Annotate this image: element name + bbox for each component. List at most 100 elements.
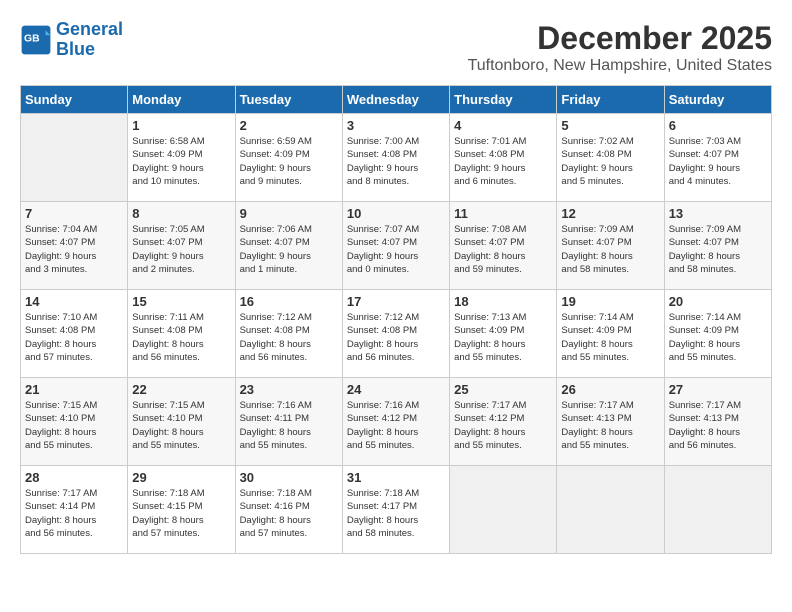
- day-number: 30: [240, 470, 338, 485]
- day-number: 29: [132, 470, 230, 485]
- calendar-cell: 10Sunrise: 7:07 AM Sunset: 4:07 PM Dayli…: [342, 202, 449, 290]
- day-number: 26: [561, 382, 659, 397]
- day-number: 9: [240, 206, 338, 221]
- calendar-cell: 12Sunrise: 7:09 AM Sunset: 4:07 PM Dayli…: [557, 202, 664, 290]
- calendar-week-row: 14 Sunrise: 7:10 AM Sunset: 4:08 PM Dayli…: [21, 290, 772, 378]
- day-number: 3: [347, 118, 445, 133]
- calendar-cell: 14 Sunrise: 7:10 AM Sunset: 4:08 PM Dayli…: [21, 290, 128, 378]
- day-number: 4: [454, 118, 552, 133]
- calendar-cell: 13 Sunrise: 7:09 AM Sunset: 4:07 PM Dayli…: [664, 202, 771, 290]
- calendar-cell: 7 Sunrise: 7:04 AM Sunset: 4:07 PM Daylig…: [21, 202, 128, 290]
- calendar-cell: 30 Sunrise: 7:18 AM Sunset: 4:16 PM Dayli…: [235, 466, 342, 554]
- day-info: Sunrise: 7:12 AM Sunset: 4:08 PM Dayligh…: [240, 311, 338, 364]
- calendar-cell: 20Sunrise: 7:14 AM Sunset: 4:09 PM Dayli…: [664, 290, 771, 378]
- calendar-cell: 29 Sunrise: 7:18 AM Sunset: 4:15 PM Dayli…: [128, 466, 235, 554]
- day-info: Sunrise: 7:00 AM Sunset: 4:08 PM Dayligh…: [347, 135, 445, 188]
- day-number: 31: [347, 470, 445, 485]
- day-info: Sunrise: 7:18 AM Sunset: 4:16 PM Dayligh…: [240, 487, 338, 540]
- day-info: Sunrise: 6:58 AM Sunset: 4:09 PM Dayligh…: [132, 135, 230, 188]
- calendar-cell: 23 Sunrise: 7:16 AM Sunset: 4:11 PM Dayli…: [235, 378, 342, 466]
- day-number: 28: [25, 470, 123, 485]
- day-number: 21: [25, 382, 123, 397]
- svg-text:GB: GB: [24, 33, 40, 44]
- day-info: Sunrise: 7:18 AM Sunset: 4:15 PM Dayligh…: [132, 487, 230, 540]
- day-info: Sunrise: 7:01 AM Sunset: 4:08 PM Dayligh…: [454, 135, 552, 188]
- day-info: Sunrise: 7:02 AM Sunset: 4:08 PM Dayligh…: [561, 135, 659, 188]
- day-info: Sunrise: 7:04 AM Sunset: 4:07 PM Dayligh…: [25, 223, 123, 276]
- day-info: Sunrise: 7:16 AM Sunset: 4:11 PM Dayligh…: [240, 399, 338, 452]
- calendar-cell: 24 Sunrise: 7:16 AM Sunset: 4:12 PM Dayli…: [342, 378, 449, 466]
- day-info: Sunrise: 7:17 AM Sunset: 4:12 PM Dayligh…: [454, 399, 552, 452]
- day-number: 25: [454, 382, 552, 397]
- calendar-cell: 17 Sunrise: 7:12 AM Sunset: 4:08 PM Dayli…: [342, 290, 449, 378]
- day-number: 23: [240, 382, 338, 397]
- day-number: 13: [669, 206, 767, 221]
- day-info: Sunrise: 7:12 AM Sunset: 4:08 PM Dayligh…: [347, 311, 445, 364]
- calendar-cell: [450, 466, 557, 554]
- month-title: December 2025: [468, 20, 772, 57]
- calendar-cell: 3 Sunrise: 7:00 AM Sunset: 4:08 PM Daylig…: [342, 114, 449, 202]
- calendar-cell: [664, 466, 771, 554]
- calendar-cell: 28 Sunrise: 7:17 AM Sunset: 4:14 PM Dayli…: [21, 466, 128, 554]
- calendar-cell: 18Sunrise: 7:13 AM Sunset: 4:09 PM Dayli…: [450, 290, 557, 378]
- calendar-cell: 5 Sunrise: 7:02 AM Sunset: 4:08 PM Daylig…: [557, 114, 664, 202]
- calendar-week-row: 1Sunrise: 6:58 AM Sunset: 4:09 PM Daylig…: [21, 114, 772, 202]
- day-number: 15: [132, 294, 230, 309]
- logo: GB General Blue: [20, 20, 123, 60]
- calendar-cell: [21, 114, 128, 202]
- day-info: Sunrise: 7:14 AM Sunset: 4:09 PM Dayligh…: [561, 311, 659, 364]
- calendar-cell: 11 Sunrise: 7:08 AM Sunset: 4:07 PM Dayli…: [450, 202, 557, 290]
- day-number: 19: [561, 294, 659, 309]
- day-info: Sunrise: 7:08 AM Sunset: 4:07 PM Dayligh…: [454, 223, 552, 276]
- day-info: Sunrise: 7:16 AM Sunset: 4:12 PM Dayligh…: [347, 399, 445, 452]
- calendar-cell: 8Sunrise: 7:05 AM Sunset: 4:07 PM Daylig…: [128, 202, 235, 290]
- calendar-cell: 22Sunrise: 7:15 AM Sunset: 4:10 PM Dayli…: [128, 378, 235, 466]
- calendar-cell: 16 Sunrise: 7:12 AM Sunset: 4:08 PM Dayli…: [235, 290, 342, 378]
- day-number: 17: [347, 294, 445, 309]
- calendar-cell: 21 Sunrise: 7:15 AM Sunset: 4:10 PM Dayli…: [21, 378, 128, 466]
- logo-line1: General: [56, 19, 123, 39]
- day-number: 16: [240, 294, 338, 309]
- calendar-table: SundayMondayTuesdayWednesdayThursdayFrid…: [20, 85, 772, 554]
- calendar-header-row: SundayMondayTuesdayWednesdayThursdayFrid…: [21, 86, 772, 114]
- day-number: 24: [347, 382, 445, 397]
- calendar-week-row: 7 Sunrise: 7:04 AM Sunset: 4:07 PM Daylig…: [21, 202, 772, 290]
- day-number: 11: [454, 206, 552, 221]
- calendar-cell: 6Sunrise: 7:03 AM Sunset: 4:07 PM Daylig…: [664, 114, 771, 202]
- title-section: December 2025 Tuftonboro, New Hampshire,…: [468, 20, 772, 75]
- day-info: Sunrise: 7:09 AM Sunset: 4:07 PM Dayligh…: [669, 223, 767, 276]
- day-info: Sunrise: 7:05 AM Sunset: 4:07 PM Dayligh…: [132, 223, 230, 276]
- calendar-cell: 31 Sunrise: 7:18 AM Sunset: 4:17 PM Dayli…: [342, 466, 449, 554]
- day-number: 14: [25, 294, 123, 309]
- day-info: Sunrise: 7:11 AM Sunset: 4:08 PM Dayligh…: [132, 311, 230, 364]
- day-number: 6: [669, 118, 767, 133]
- day-header-thursday: Thursday: [450, 86, 557, 114]
- day-info: Sunrise: 7:09 AM Sunset: 4:07 PM Dayligh…: [561, 223, 659, 276]
- day-number: 22: [132, 382, 230, 397]
- calendar-cell: [557, 466, 664, 554]
- calendar-cell: 26Sunrise: 7:17 AM Sunset: 4:13 PM Dayli…: [557, 378, 664, 466]
- day-number: 5: [561, 118, 659, 133]
- calendar-week-row: 28 Sunrise: 7:17 AM Sunset: 4:14 PM Dayli…: [21, 466, 772, 554]
- day-header-friday: Friday: [557, 86, 664, 114]
- day-info: Sunrise: 7:06 AM Sunset: 4:07 PM Dayligh…: [240, 223, 338, 276]
- calendar-cell: 15 Sunrise: 7:11 AM Sunset: 4:08 PM Dayli…: [128, 290, 235, 378]
- calendar-cell: 25 Sunrise: 7:17 AM Sunset: 4:12 PM Dayli…: [450, 378, 557, 466]
- calendar-cell: 4 Sunrise: 7:01 AM Sunset: 4:08 PM Daylig…: [450, 114, 557, 202]
- day-info: Sunrise: 7:10 AM Sunset: 4:08 PM Dayligh…: [25, 311, 123, 364]
- day-header-tuesday: Tuesday: [235, 86, 342, 114]
- day-info: Sunrise: 7:18 AM Sunset: 4:17 PM Dayligh…: [347, 487, 445, 540]
- day-header-wednesday: Wednesday: [342, 86, 449, 114]
- logo-icon: GB: [20, 24, 52, 56]
- day-info: Sunrise: 7:15 AM Sunset: 4:10 PM Dayligh…: [25, 399, 123, 452]
- day-info: Sunrise: 7:14 AM Sunset: 4:09 PM Dayligh…: [669, 311, 767, 364]
- day-info: Sunrise: 7:13 AM Sunset: 4:09 PM Dayligh…: [454, 311, 552, 364]
- logo-text: General Blue: [56, 20, 123, 60]
- day-header-saturday: Saturday: [664, 86, 771, 114]
- day-number: 7: [25, 206, 123, 221]
- day-info: Sunrise: 7:17 AM Sunset: 4:14 PM Dayligh…: [25, 487, 123, 540]
- day-info: Sunrise: 7:07 AM Sunset: 4:07 PM Dayligh…: [347, 223, 445, 276]
- calendar-cell: 19 Sunrise: 7:14 AM Sunset: 4:09 PM Dayli…: [557, 290, 664, 378]
- day-info: Sunrise: 6:59 AM Sunset: 4:09 PM Dayligh…: [240, 135, 338, 188]
- calendar-cell: 2Sunrise: 6:59 AM Sunset: 4:09 PM Daylig…: [235, 114, 342, 202]
